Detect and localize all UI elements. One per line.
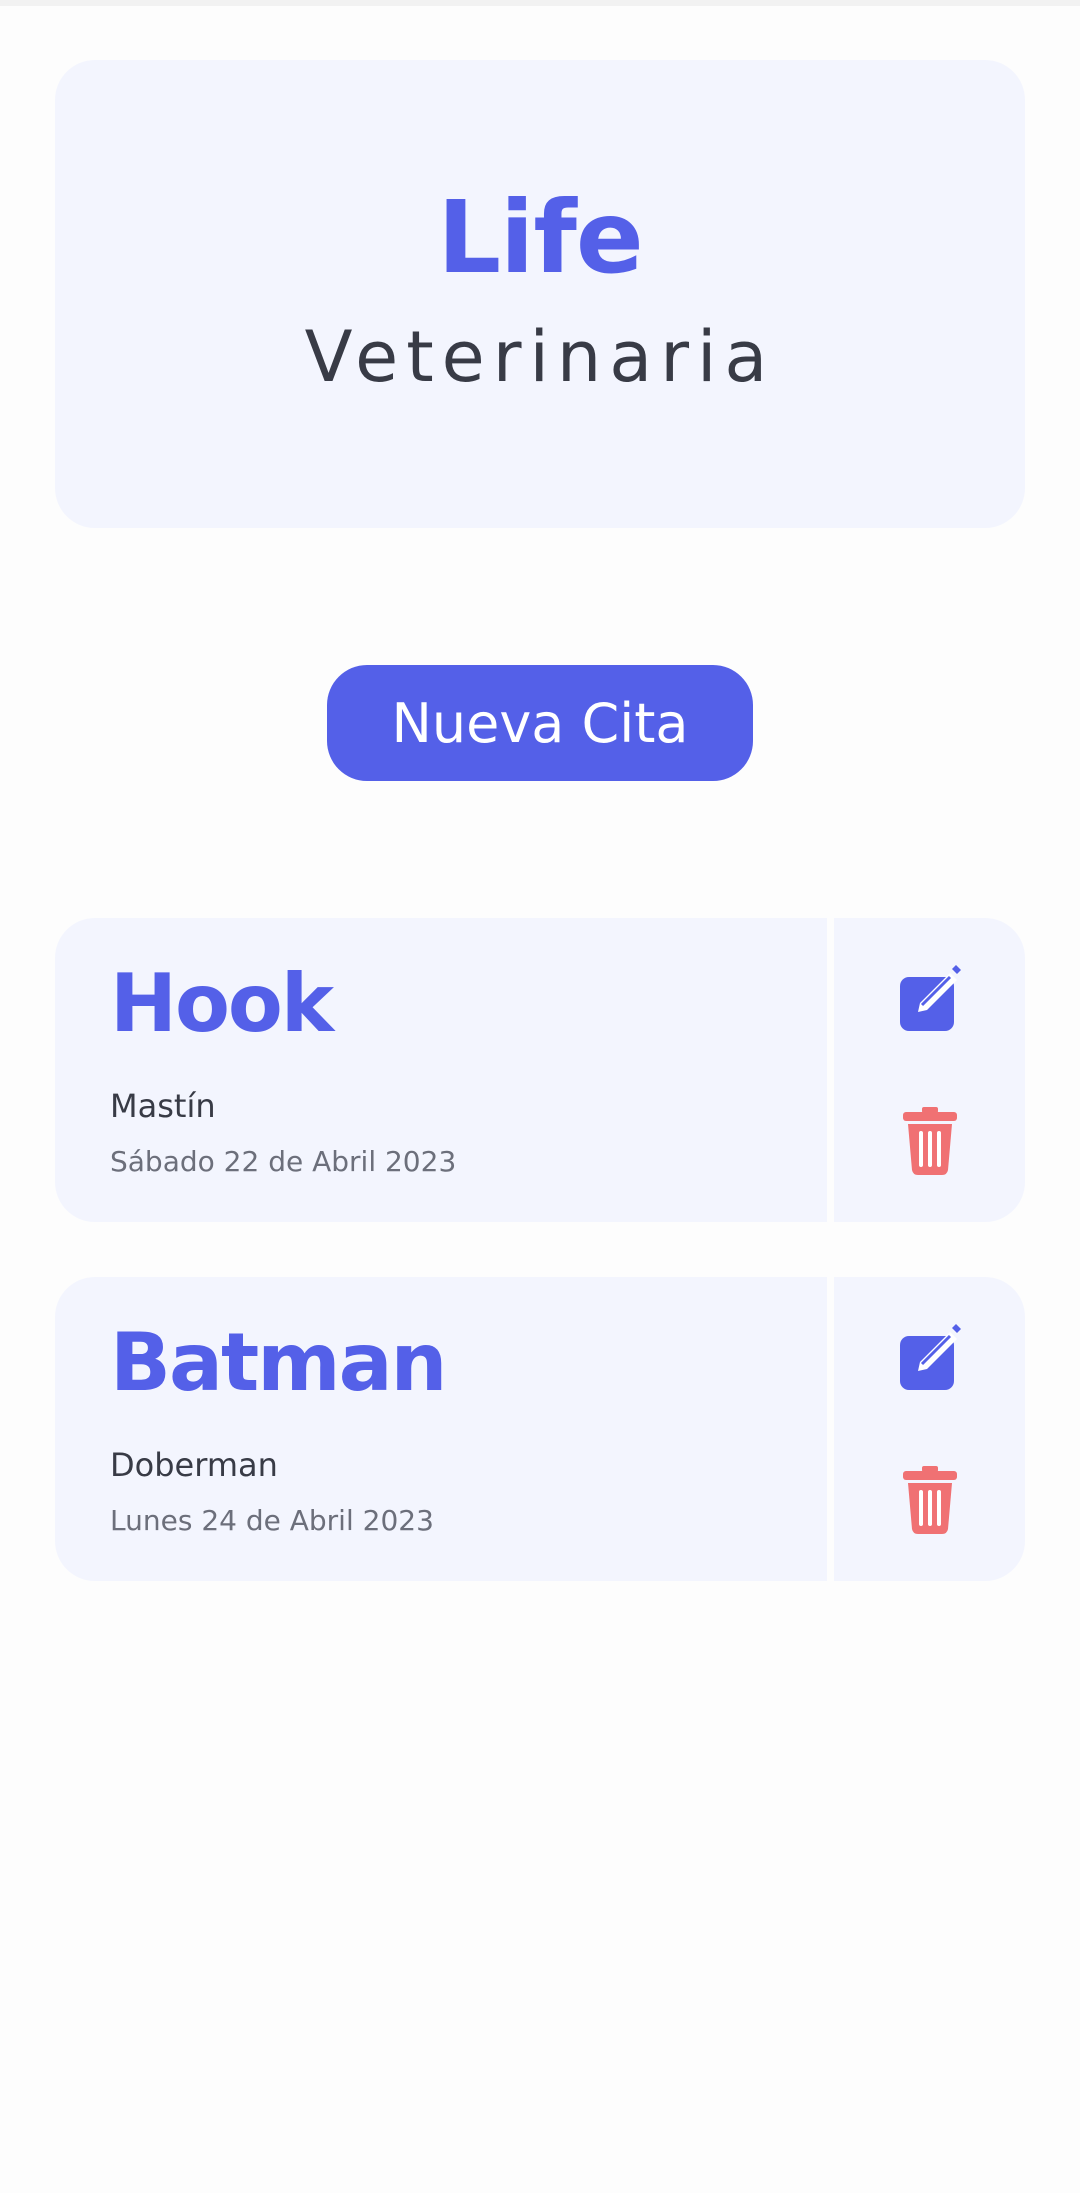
app-title: Life [437,179,643,296]
appointment-date: Lunes 24 de Abril 2023 [110,1504,434,1537]
edit-icon [900,965,961,1031]
new-appointment-button[interactable]: Nueva Cita [327,665,753,781]
appointment-details: Batman Doberman Lunes 24 de Abril 2023 [55,1277,827,1581]
edit-button[interactable] [890,958,970,1038]
trash-icon [903,1466,957,1534]
status-bar [0,0,1080,6]
header-card: Life Veterinaria [55,60,1025,528]
app-subtitle: Veterinaria [304,316,776,398]
pet-name: Batman [110,1316,447,1409]
appointment-card: Batman Doberman Lunes 24 de Abril 2023 [55,1277,1025,1581]
edit-button[interactable] [890,1317,970,1397]
appointment-details: Hook Mastín Sábado 22 de Abril 2023 [55,918,827,1222]
appointment-actions [834,1277,1025,1581]
appointment-card: Hook Mastín Sábado 22 de Abril 2023 [55,918,1025,1222]
trash-icon [903,1107,957,1175]
edit-icon [900,1324,961,1390]
delete-button[interactable] [890,1460,970,1540]
pet-breed: Mastín [110,1087,216,1125]
appointment-actions [834,918,1025,1222]
appointment-date: Sábado 22 de Abril 2023 [110,1145,457,1178]
pet-breed: Doberman [110,1446,278,1484]
pet-name: Hook [110,957,334,1050]
delete-button[interactable] [890,1101,970,1181]
